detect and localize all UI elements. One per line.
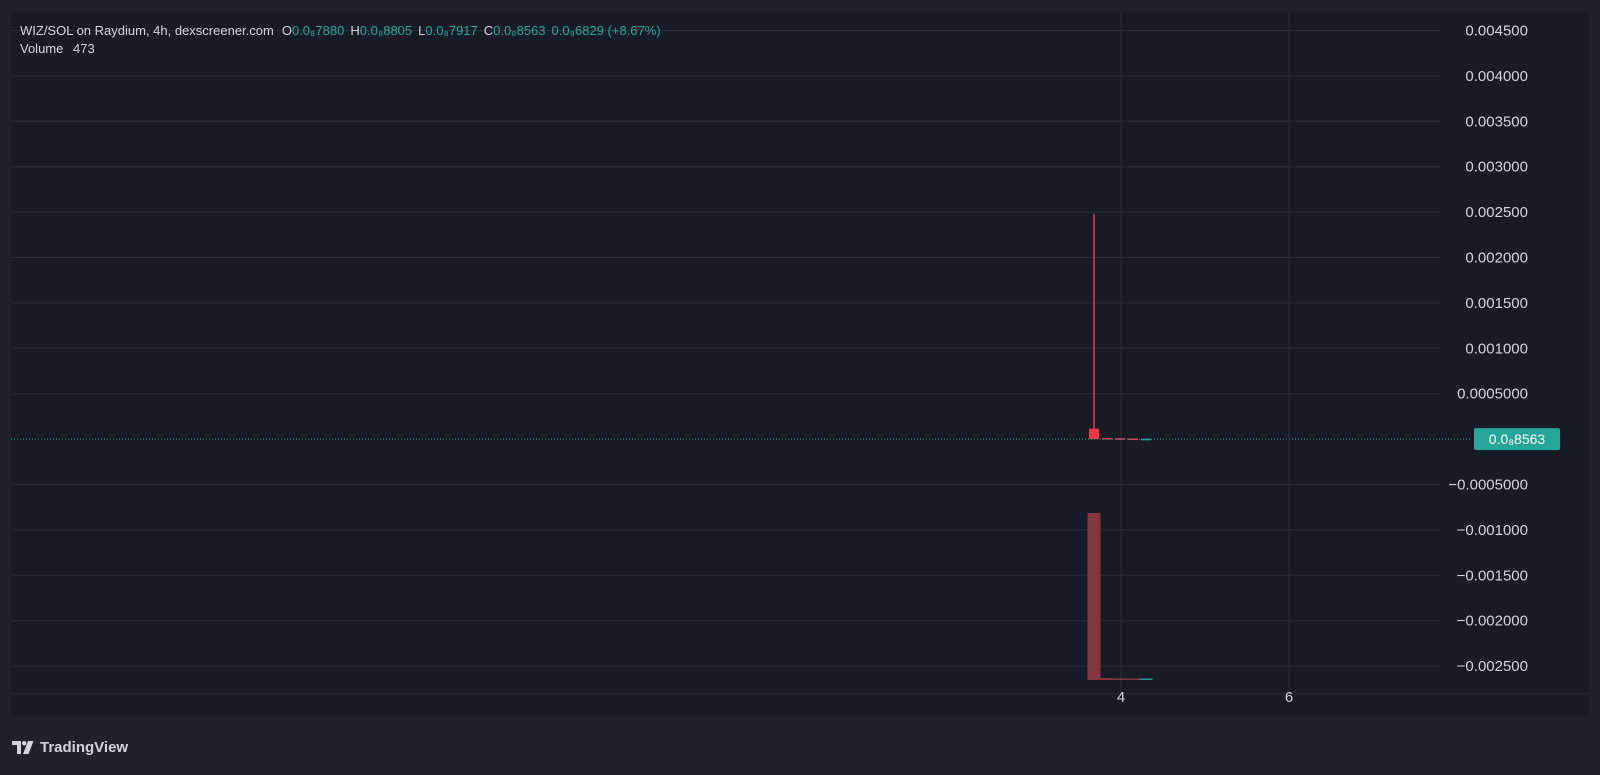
high-value: 0.0₈8805 xyxy=(359,23,413,38)
volume-legend: Volume 473 xyxy=(20,40,95,58)
chart-container[interactable]: 0.004500 0.004000 0.003500 0.003000 0.002500… xyxy=(0,0,1600,770)
volume-bar xyxy=(1087,513,1101,680)
price-tick-label: −0.002000 xyxy=(1457,613,1528,630)
volume-bar xyxy=(1113,678,1127,680)
time-tick-label: 4 xyxy=(1117,689,1125,706)
current-price-badge-label: 0.0₈8563 xyxy=(1489,431,1546,447)
tradingview-logo[interactable]: TradingView xyxy=(12,737,128,757)
volume-bar xyxy=(1126,678,1140,680)
time-tick-label: 6 xyxy=(1285,689,1293,706)
volume-bar xyxy=(1100,677,1114,680)
volume-value: 473 xyxy=(73,41,95,56)
candle-body xyxy=(1115,438,1125,440)
volume-label: Volume xyxy=(20,41,64,56)
tradingview-icon xyxy=(12,740,34,754)
open-value: 0.0₈7880 xyxy=(291,23,345,38)
ohlc-legend: WIZ/SOL on Raydium, 4h, dexscreener.com O… xyxy=(20,22,667,40)
price-tick-label: 0.001500 xyxy=(1465,295,1528,312)
price-tick-label: 0.004500 xyxy=(1465,23,1528,40)
price-tick-label: 0.003000 xyxy=(1465,159,1528,176)
price-tick-label: 0.004000 xyxy=(1465,68,1528,85)
price-tick-label: −0.0005000 xyxy=(1448,477,1528,494)
close-value: 0.0₈8563 xyxy=(493,23,546,38)
price-tick-label: −0.002500 xyxy=(1457,658,1528,675)
price-tick-label: −0.001500 xyxy=(1457,567,1528,584)
high-key: H xyxy=(350,23,360,38)
price-tick-label: 0.002000 xyxy=(1465,250,1528,267)
tradingview-wordmark: TradingView xyxy=(40,738,129,756)
open-key: O xyxy=(281,23,292,38)
price-tick-label: −0.001000 xyxy=(1457,522,1528,539)
symbol-title: WIZ/SOL on Raydium, 4h, dexscreener.com xyxy=(20,23,274,38)
low-value: 0.0₈7917 xyxy=(425,23,478,38)
plot-area[interactable] xyxy=(11,11,1589,717)
close-key: C xyxy=(483,23,494,38)
price-chart[interactable]: 0.004500 0.004000 0.003500 0.003000 0.002500… xyxy=(0,0,1600,770)
volume-bar xyxy=(1139,678,1153,680)
price-tick-label: 0.001000 xyxy=(1465,340,1528,357)
candle-body xyxy=(1089,428,1099,440)
price-tick-label: 0.002500 xyxy=(1465,204,1528,221)
price-tick-label: 0.003500 xyxy=(1465,113,1528,130)
change-value: 0.0₈6829 (+8.67%) xyxy=(551,23,661,38)
price-tick-label: 0.0005000 xyxy=(1457,386,1528,403)
current-price-badge: 0.0₈8563 xyxy=(1474,428,1560,451)
